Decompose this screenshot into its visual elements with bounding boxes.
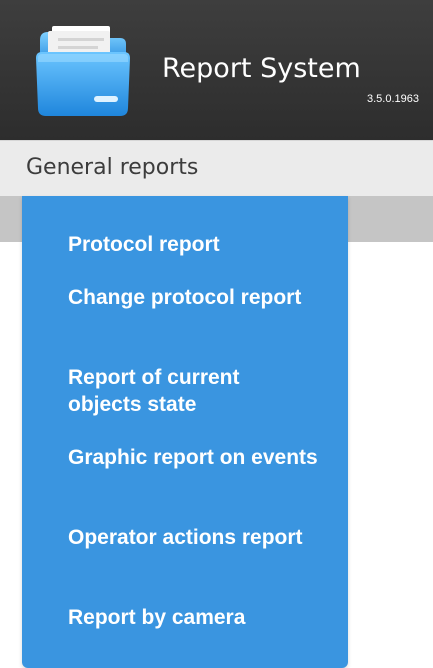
menu-item-change-protocol-report[interactable]: Change protocol report [68, 284, 318, 311]
folder-icon [36, 26, 130, 116]
app-header: Report System 3.5.0.1963 [0, 0, 433, 140]
menu-item-operator-actions-report[interactable]: Operator actions report [68, 524, 318, 551]
menu-item-report-by-camera[interactable]: Report by camera [68, 604, 318, 631]
menu-item-protocol-report[interactable]: Protocol report [68, 231, 318, 258]
menu-bar: General reports [0, 140, 433, 196]
menu-general-reports[interactable]: General reports [26, 153, 198, 183]
app-title: Report System [162, 53, 361, 84]
general-reports-dropdown: Protocol report Change protocol report R… [22, 196, 348, 668]
menu-item-current-objects-state-report[interactable]: Report of current objects state [68, 364, 318, 418]
menu-item-graphic-report-on-events[interactable]: Graphic report on events [68, 444, 318, 471]
app-version: 3.5.0.1963 [367, 93, 419, 105]
